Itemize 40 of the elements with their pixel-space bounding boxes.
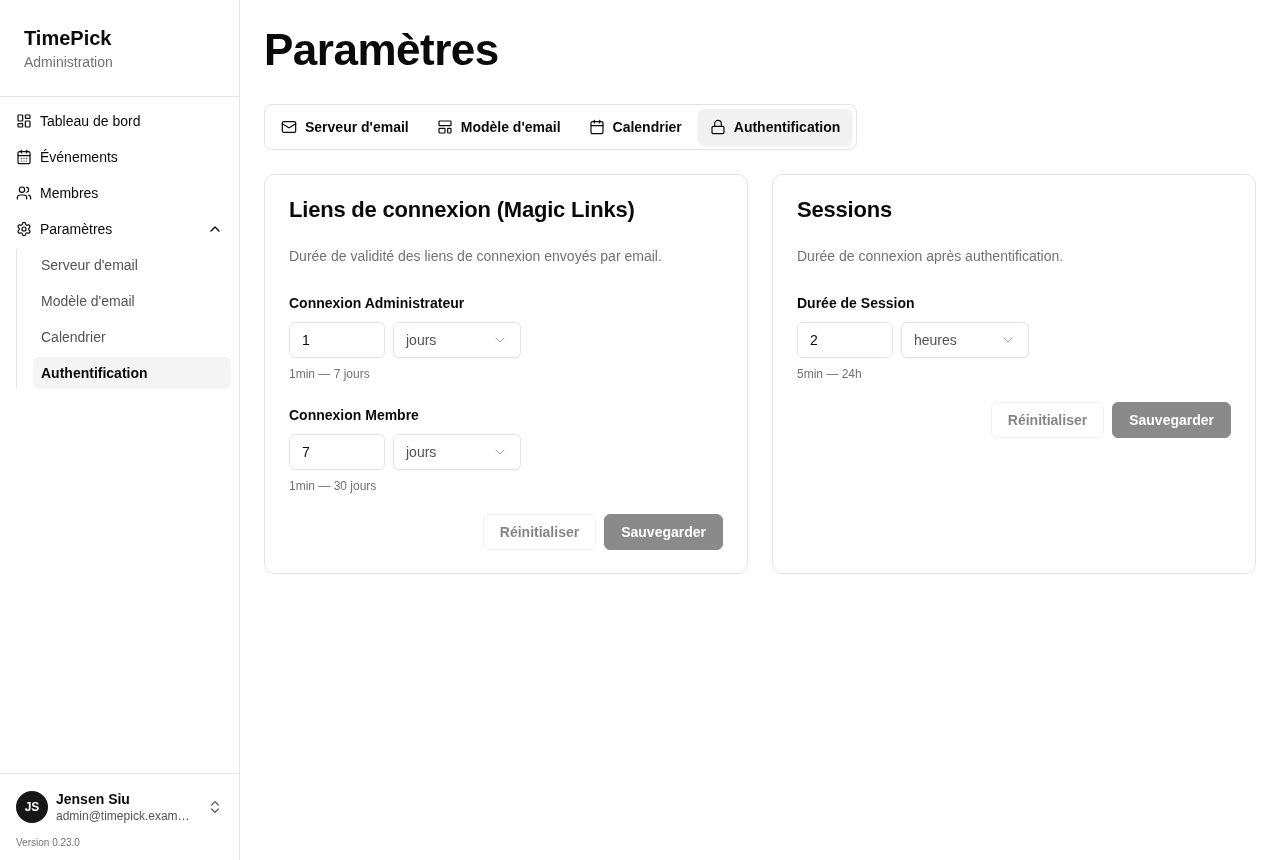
nav-item[interactable]: Membres [8,177,231,209]
brand-title: TimePick [24,26,112,51]
card-description: Durée de connexion après authentification. [797,247,1064,266]
card-title: Liens de connexion (Magic Links) [289,198,635,222]
field-hint: 1min — 30 jours [289,478,377,494]
number-input[interactable]: 7 [289,434,385,470]
number-input[interactable]: 2 [797,322,893,358]
nav-item[interactable]: Paramètres [8,213,231,245]
tab[interactable]: Authentification [697,109,853,145]
padlock-icon [709,119,726,135]
field-hint: 5min — 24h [797,366,862,382]
nav-item[interactable]: Événements [8,141,231,173]
page-title: Paramètres [264,24,499,76]
field-label: Durée de Session [797,294,915,313]
settings-icon [16,221,32,237]
sub-nav-item[interactable]: Modèle d'email [33,285,231,317]
envelope-icon [281,119,297,135]
nav-item[interactable]: Tableau de bord [8,105,231,137]
unit-select[interactable]: jours [393,322,521,358]
unit-select[interactable]: heures [901,322,1029,358]
sub-nav-item[interactable]: Serveur d'email [33,249,231,281]
user-avatar: JS [16,791,48,823]
number-input[interactable]: 1 [289,322,385,358]
sub-nav-item[interactable]: Calendrier [33,321,231,353]
sub-nav-item[interactable]: Authentification [33,357,231,389]
unit-select[interactable]: jours [393,434,521,470]
users-icon [16,185,32,201]
brand-subtitle: Administration [24,53,113,72]
calendar-icon [588,119,605,135]
card-title: Sessions [797,198,892,222]
calendar-icon [16,149,32,165]
dashboard-icon [16,113,32,129]
card-description: Durée de validité des liens de connexion envoyés par email. [289,247,662,266]
version-label: Version 0.23.0 [16,836,80,850]
field-label: Connexion Administrateur [289,294,465,313]
user-name: Jensen Siu [56,790,130,808]
field-hint: 1min — 7 jours [289,366,370,382]
field-label: Connexion Membre [289,406,419,425]
user-email: admin@timepick.exam… [56,808,190,824]
layout-icon [436,119,453,135]
